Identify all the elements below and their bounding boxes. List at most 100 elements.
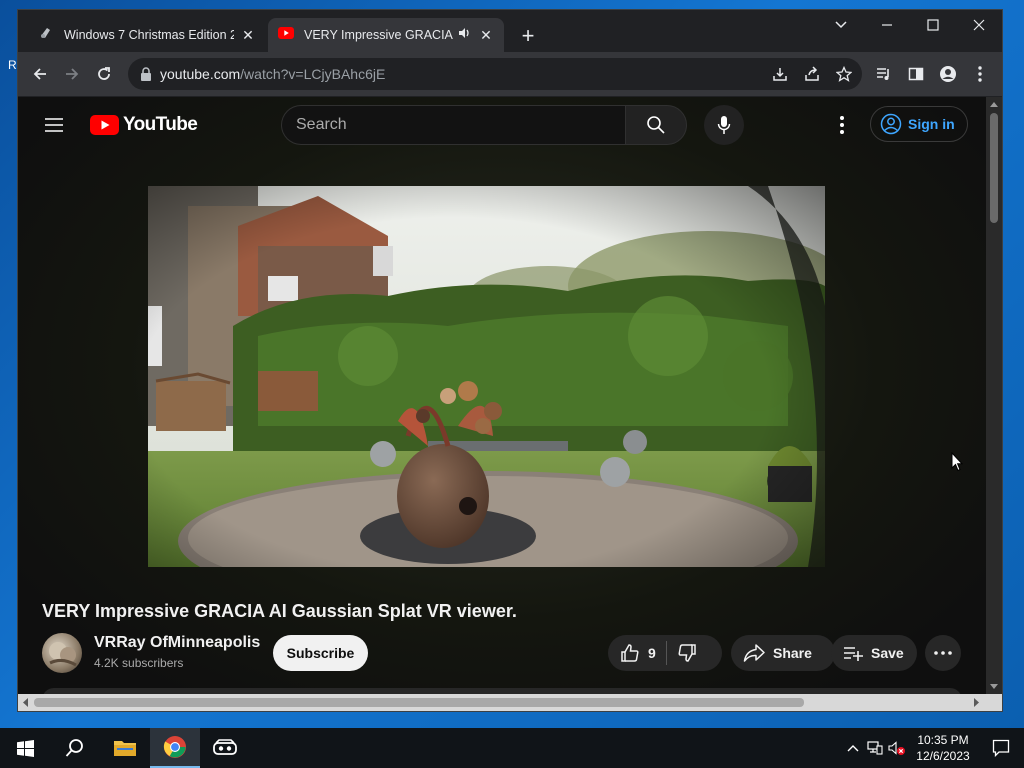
notification-icon [992,739,1010,757]
volume-button[interactable] [886,728,908,768]
account-circle-icon [880,113,902,135]
lock-icon[interactable] [136,64,156,84]
sign-in-button[interactable]: Sign in [870,106,968,142]
taskbar: 10:35 PM 12/6/2023 [0,728,1024,768]
scrollbar-corner [986,694,1002,711]
new-tab-button[interactable]: + [516,24,540,48]
scroll-down-arrow-icon [990,684,998,689]
playlist-add-icon [844,647,863,661]
hamburger-menu-button[interactable] [42,113,66,137]
share-label: Share [773,645,812,661]
minimize-icon [882,24,892,26]
chrome-taskbar-button[interactable] [150,728,200,768]
thumbs-down-icon [678,644,696,662]
maximize-icon [927,19,939,31]
minimize-button[interactable] [864,10,910,40]
youtube-favicon-icon [278,26,294,44]
windows-logo-icon [16,739,34,757]
media-controls-button[interactable] [870,60,898,88]
tab-search-button[interactable] [818,10,864,40]
search-input[interactable] [282,106,625,144]
youtube-logo[interactable]: YouTube [90,114,198,136]
reload-button[interactable] [90,60,118,88]
channel-name[interactable]: VRRay OfMinneapolis [94,634,260,652]
vertical-scroll-thumb[interactable] [990,113,998,223]
address-bar[interactable]: youtube.com/watch?v=LCjyBAhc6jE [128,58,862,90]
back-button[interactable] [26,60,54,88]
subscriber-count: 4.2K subscribers [94,656,184,670]
tab-windows7[interactable]: Windows 7 Christmas Edition 20 ✕ [28,18,266,52]
action-center-button[interactable] [978,728,1024,768]
scroll-right-arrow-icon [974,698,979,707]
chrome-menu-button[interactable] [966,60,994,88]
close-tab-icon[interactable]: ✕ [240,27,256,43]
clock[interactable]: 10:35 PM 12/6/2023 [908,732,978,764]
taskbar-search-button[interactable] [50,728,100,768]
subscribe-button[interactable]: Subscribe [273,635,368,671]
share-arrow-icon [743,644,765,662]
sign-in-label: Sign in [908,116,955,132]
browser-toolbar: youtube.com/watch?v=LCjyBAhc6jE [18,52,1002,97]
horizontal-scroll-thumb[interactable] [34,698,804,707]
bookmark-star-icon[interactable] [834,64,854,84]
microphone-icon [717,116,731,134]
clock-time: 10:35 PM [917,733,969,747]
like-dislike-group: 9 [608,635,722,671]
close-window-button[interactable] [956,10,1002,40]
voice-search-button[interactable] [704,105,744,145]
forward-button[interactable] [58,60,86,88]
share-page-icon[interactable] [802,64,822,84]
share-button[interactable]: Share [731,635,835,671]
tab-youtube[interactable]: VERY Impressive GRACIA AI ✕ [268,18,504,52]
maximize-button[interactable] [910,10,956,40]
start-button[interactable] [0,728,50,768]
vertical-dots-icon [840,116,844,134]
vertical-dots-icon [978,66,982,82]
search-box[interactable] [281,105,625,145]
tab-title: Windows 7 Christmas Edition 20 [64,28,234,42]
search-icon [647,116,665,134]
search-button[interactable] [625,105,687,145]
video-vignette [148,186,825,567]
side-panel-button[interactable] [902,60,930,88]
vertical-scrollbar[interactable] [986,97,1002,694]
close-tab-icon[interactable]: ✕ [478,27,494,43]
dislike-button[interactable] [677,643,697,663]
channel-row: VRRay OfMinneapolis 4.2K subscribers Sub… [42,632,962,674]
save-button[interactable]: Save [831,635,917,671]
media-queue-icon [877,68,889,80]
file-explorer-button[interactable] [100,728,150,768]
chrome-icon [163,736,186,758]
youtube-page: YouTube Sign in [18,97,986,694]
speaker-icon[interactable] [458,26,472,45]
url-host: youtube.com [160,66,241,82]
hamburger-icon [45,118,63,132]
horizontal-dots-icon [934,651,952,655]
horizontal-scrollbar[interactable] [18,694,986,711]
mouse-pointer-icon [951,451,964,477]
save-label: Save [871,645,904,661]
network-button[interactable] [864,728,886,768]
folder-icon [114,741,136,756]
close-icon [973,19,985,31]
tab-favicon-generic-icon [38,25,54,46]
clock-date: 12/6/2023 [916,749,970,763]
url-text: youtube.com/watch?v=LCjyBAhc6jE [160,66,385,82]
channel-avatar[interactable] [42,633,82,673]
video-player[interactable] [148,186,825,567]
side-panel-icon [908,67,924,81]
tab-strip: Windows 7 Christmas Edition 20 ✕ VERY Im… [18,10,1002,52]
video-title: VERY Impressive GRACIA AI Gaussian Splat… [42,601,517,621]
show-hidden-icons-button[interactable] [842,728,864,768]
install-app-icon[interactable] [770,64,790,84]
tab-title: VERY Impressive GRACIA AI [304,28,454,42]
youtube-header: YouTube Sign in [18,97,986,153]
like-count: 9 [648,645,656,661]
vr-app-button[interactable] [200,728,250,768]
profile-button[interactable] [934,60,962,88]
like-button[interactable]: 9 [608,643,656,663]
more-actions-button[interactable] [925,635,961,671]
volume-muted-icon [888,741,905,755]
thumbs-up-icon [621,644,639,662]
settings-menu-button[interactable] [830,113,854,137]
